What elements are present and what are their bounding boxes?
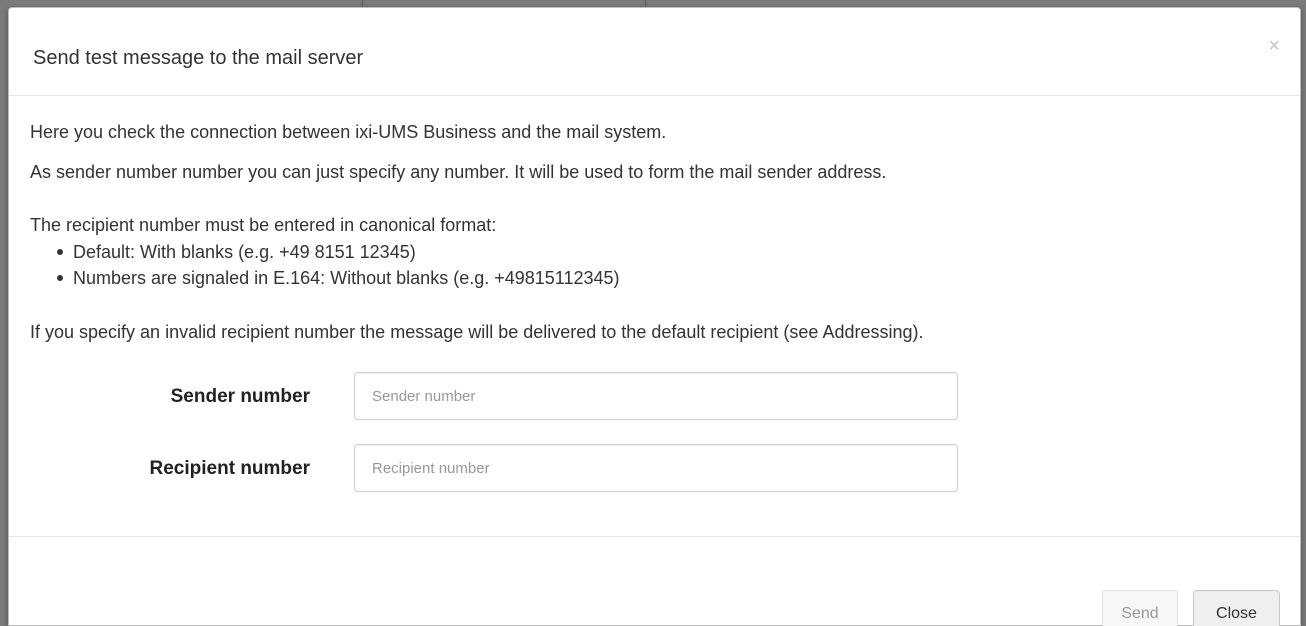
sender-number-label: Sender number (170, 386, 310, 407)
recipient-number-row: Recipient number (9, 444, 1300, 494)
dialog-body: Here you check the connection between ix… (9, 96, 1300, 537)
sender-number-row: Sender number (9, 372, 1300, 422)
intro-text: Here you check the connection between ix… (30, 122, 667, 142)
recipient-number-label: Recipient number (149, 458, 310, 479)
sender-number-input[interactable] (354, 372, 958, 420)
dialog-title: Send test message to the mail server (33, 47, 364, 69)
close-icon[interactable]: × (1268, 36, 1280, 56)
dialog-header: Send test message to the mail server × (9, 8, 1300, 96)
sender-info-text: As sender number number you can just spe… (30, 162, 887, 182)
dialog-footer: Send Close (9, 537, 1300, 626)
send-button[interactable]: Send (1102, 590, 1178, 626)
recipient-number-input[interactable] (354, 444, 958, 492)
list-item: Default: With blanks (e.g. +49 8151 1234… (55, 239, 620, 265)
recipient-format-intro: The recipient number must be entered in … (30, 215, 497, 235)
format-list: Default: With blanks (e.g. +49 8151 1234… (55, 239, 620, 291)
list-item: Numbers are signaled in E.164: Without b… (55, 265, 620, 291)
send-test-message-dialog: Send test message to the mail server × H… (8, 7, 1301, 626)
close-button[interactable]: Close (1193, 590, 1280, 626)
invalid-recipient-note: If you specify an invalid recipient numb… (30, 322, 924, 342)
